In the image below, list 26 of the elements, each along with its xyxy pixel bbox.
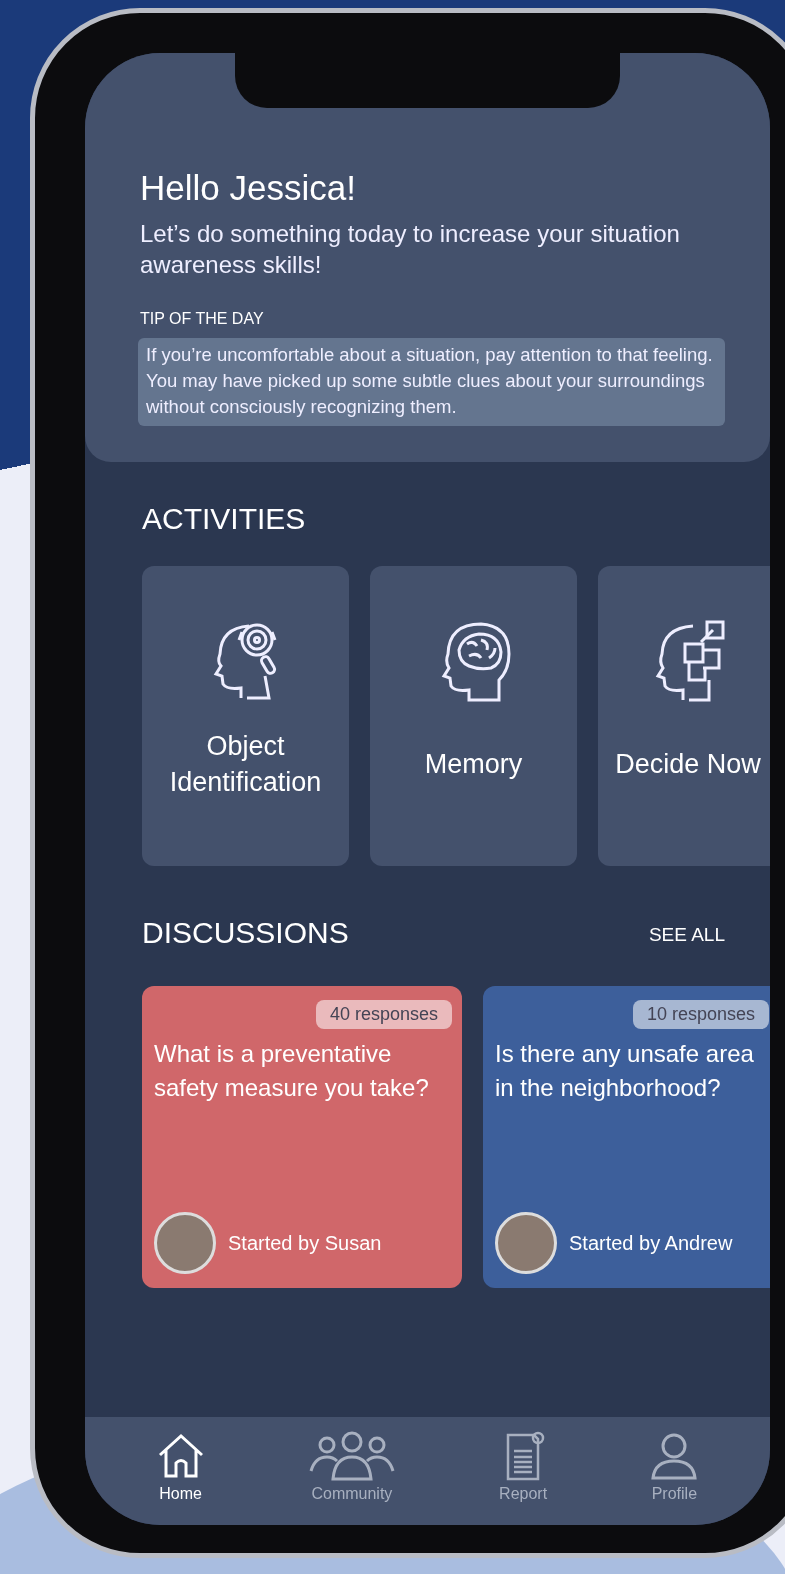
nav-tab[interactable]: Report — [498, 1431, 549, 1503]
activity-label: Object Identification — [168, 729, 323, 800]
activity-label: Memory — [424, 747, 523, 781]
activity-label: Decide Now — [615, 747, 761, 781]
greeting-title: Hello Jessica! — [140, 168, 357, 208]
tip-text: If you’re uncomfortable about a situation, pay attention to that feeling. You may have picked up some subtle clues about your surroundings without consciously recognizing them. — [138, 338, 725, 427]
section-title: DISCUSSIONS — [142, 916, 349, 951]
activity-card[interactable]: Memory — [370, 566, 577, 867]
starter-label: Started by Andrew — [569, 1231, 733, 1255]
activity-card[interactable]: Object Identification — [142, 566, 349, 867]
nav-tab[interactable]: Community — [306, 1431, 397, 1503]
person-icon — [649, 1431, 700, 1481]
discussion-card[interactable]: 40 responses What is a preventative safety measure you take? Started by Susan — [142, 986, 462, 1289]
tip-label: TIP OF THE DAY — [140, 310, 265, 329]
responses-badge: 40 responses — [315, 1000, 452, 1030]
starter-label: Started by Susan — [228, 1231, 382, 1255]
nav-tab[interactable]: Profile — [649, 1431, 700, 1503]
discussion-question: What is a preventative safety measure you take? — [154, 1039, 430, 1103]
greeting-subtitle: Let’s do something today to increase your situation awareness skills! — [140, 219, 681, 281]
activity-card[interactable]: Decide Now — [598, 566, 770, 867]
nav-tab[interactable]: Home — [155, 1431, 206, 1503]
responses-badge: 10 responses — [632, 1000, 769, 1030]
see-all-link[interactable]: SEE ALL — [648, 924, 725, 951]
discussion-card[interactable]: 10 responses Is there any unsafe area in the neighborhood? Started by Andrew — [483, 986, 770, 1289]
section-title: ACTIVITIES — [142, 502, 307, 537]
discussion-question: Is there any unsafe area in the neighborhood? — [495, 1039, 755, 1103]
